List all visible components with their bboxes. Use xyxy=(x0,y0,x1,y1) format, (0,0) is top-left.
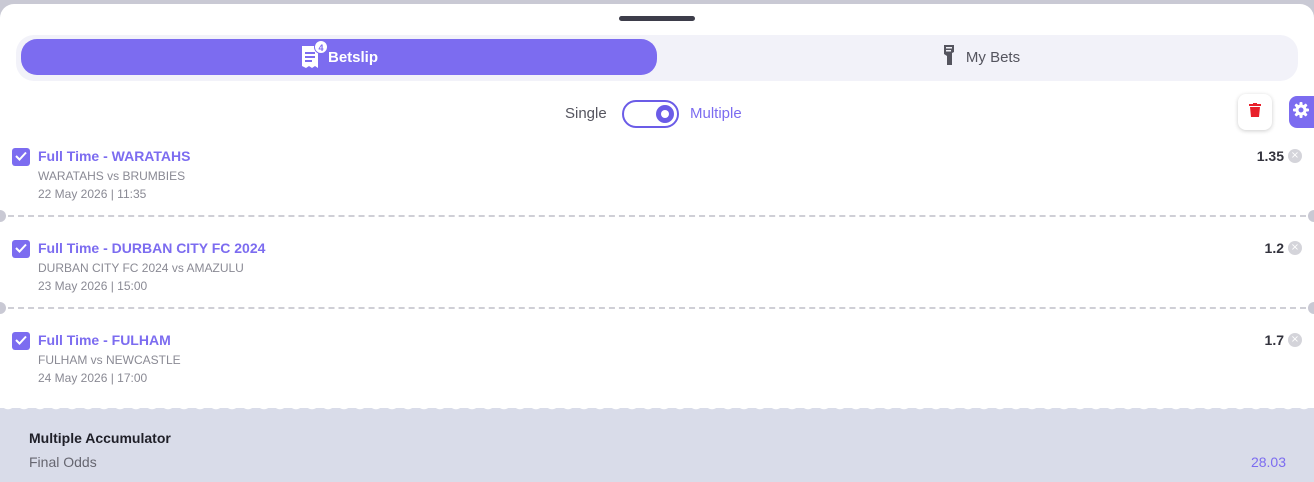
bet-divider xyxy=(0,210,1314,222)
settings-button[interactable] xyxy=(1289,96,1314,128)
drag-handle[interactable] xyxy=(619,16,695,21)
tab-betslip[interactable]: 4 Betslip xyxy=(21,39,657,75)
betslip-count-badge: 4 xyxy=(313,40,328,54)
accumulator-summary: Multiple Accumulator Final Odds 28.03 xyxy=(0,402,1314,482)
close-circle-icon[interactable]: × xyxy=(1288,241,1302,255)
bet-market-title: Full Time - DURBAN CITY FC 2024 xyxy=(38,240,266,256)
bet-checkbox[interactable] xyxy=(12,240,30,258)
scalloped-edge xyxy=(0,402,1314,414)
toggle-knob xyxy=(656,105,674,123)
gear-icon xyxy=(1293,101,1309,123)
tab-bar: 4 Betslip My Bets xyxy=(16,35,1298,81)
clear-all-button[interactable] xyxy=(1238,94,1272,130)
bet-match-name: FULHAM vs NEWCASTLE xyxy=(38,353,181,367)
bet-datetime: 24 May 2026 | 17:00 xyxy=(38,371,148,385)
ticket-hand-icon xyxy=(940,43,958,71)
summary-title: Multiple Accumulator xyxy=(29,430,171,446)
bet-item: Full Time - DURBAN CITY FC 2024 DURBAN C… xyxy=(0,238,1314,328)
tab-betslip-label: Betslip xyxy=(327,48,378,66)
tab-my-bets[interactable]: My Bets xyxy=(662,39,1298,75)
bet-mode-toggle-row: Single Multiple xyxy=(0,98,1314,128)
bet-odds: 1.7 xyxy=(1264,332,1284,348)
trash-icon xyxy=(1249,102,1261,122)
bet-market-title: Full Time - FULHAM xyxy=(38,332,171,348)
bet-checkbox[interactable] xyxy=(12,332,30,350)
check-icon xyxy=(15,240,27,258)
bet-datetime: 23 May 2026 | 15:00 xyxy=(38,279,148,293)
bet-match-name: WARATAHS vs BRUMBIES xyxy=(38,169,186,183)
bet-divider xyxy=(0,302,1314,314)
single-mode-label[interactable]: Single xyxy=(565,105,607,122)
multiple-mode-label[interactable]: Multiple xyxy=(690,105,742,122)
final-odds-value: 28.03 xyxy=(1250,454,1286,470)
check-icon xyxy=(15,332,27,350)
bet-market-title: Full Time - WARATAHS xyxy=(38,148,191,164)
bet-datetime: 22 May 2026 | 11:35 xyxy=(38,187,147,201)
bet-match-name: DURBAN CITY FC 2024 vs AMAZULU xyxy=(38,261,244,275)
bet-checkbox[interactable] xyxy=(12,148,30,166)
tab-my-bets-label: My Bets xyxy=(965,48,1021,66)
single-multiple-toggle[interactable] xyxy=(622,100,679,128)
betslip-panel: 4 Betslip My Bets Single Multiple Full T… xyxy=(0,4,1314,482)
final-odds-label: Final Odds xyxy=(29,454,97,470)
check-icon xyxy=(15,148,27,166)
receipt-icon: 4 xyxy=(300,40,328,69)
close-circle-icon[interactable]: × xyxy=(1288,149,1302,163)
bet-item: Full Time - WARATAHS WARATAHS vs BRUMBIE… xyxy=(0,146,1314,236)
bet-odds: 1.35 xyxy=(1256,148,1284,164)
close-circle-icon[interactable]: × xyxy=(1288,333,1302,347)
bet-odds: 1.2 xyxy=(1264,240,1284,256)
